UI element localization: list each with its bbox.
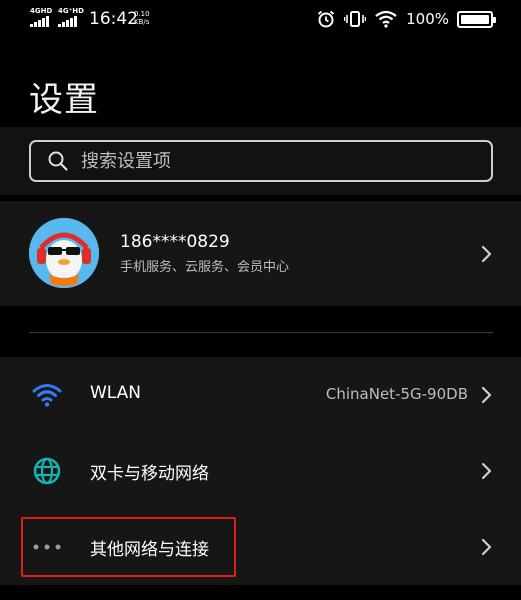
settings-item-dual-sim[interactable]: 双卡与移动网络: [0, 433, 521, 509]
settings-item-label: 双卡与移动网络: [90, 464, 209, 484]
sim1-signal: 4GHD: [30, 8, 52, 27]
avatar[interactable]: [29, 218, 99, 288]
alarm-icon: [317, 10, 335, 28]
network-speed: 0.10 KB/s: [134, 10, 150, 26]
wifi-status-icon: [375, 10, 397, 28]
sim2-signal: 4G⁺HD: [58, 8, 84, 27]
account-services: 手机服务、云服务、会员中心: [120, 260, 290, 275]
divider: [29, 332, 493, 333]
chevron-right-icon: [481, 462, 492, 480]
settings-list: WLAN ChinaNet-5G-90DB 双卡与移动网络 其他网络与连接: [0, 357, 521, 585]
status-bar: 4GHD 4G⁺HD 16:42 0.10 KB/s 100%: [0, 0, 521, 38]
settings-item-other-networks[interactable]: 其他网络与连接: [0, 509, 521, 585]
search-input[interactable]: [81, 150, 461, 172]
settings-item-value: ChinaNet-5G-90DB: [325, 385, 468, 403]
avatar-image: [29, 218, 99, 288]
sim1-network-label: 4GHD: [30, 7, 53, 15]
battery-icon: [457, 10, 496, 28]
signal-bars-icon: [30, 16, 52, 27]
status-icons: 100%: [316, 9, 496, 29]
account-phone: 186****0829: [120, 232, 230, 252]
settings-item-wlan[interactable]: WLAN ChinaNet-5G-90DB: [0, 357, 521, 433]
battery-percent: 100%: [406, 10, 449, 28]
chevron-right-icon: [481, 386, 492, 404]
chevron-right-icon: [481, 538, 492, 556]
globe-icon: [31, 455, 63, 487]
more-dots-icon: [31, 531, 63, 563]
wifi-icon: [31, 379, 63, 411]
speed-value: 0.10: [134, 10, 150, 18]
account-card[interactable]: 186****0829 手机服务、云服务、会员中心: [0, 201, 521, 306]
vibrate-icon: [344, 11, 367, 27]
settings-item-label: WLAN: [90, 383, 142, 403]
chevron-right-icon: [481, 245, 492, 263]
speed-unit: KB/s: [134, 18, 150, 26]
settings-item-label: 其他网络与连接: [90, 540, 209, 560]
search-icon: [48, 151, 68, 171]
search-box[interactable]: [29, 140, 493, 182]
sim2-network-label: 4G⁺HD: [58, 7, 84, 15]
search-panel: [0, 127, 521, 195]
page-title: 设置: [29, 80, 99, 120]
clock-time: 16:42: [89, 9, 138, 29]
signal-bars-icon: [58, 16, 84, 27]
